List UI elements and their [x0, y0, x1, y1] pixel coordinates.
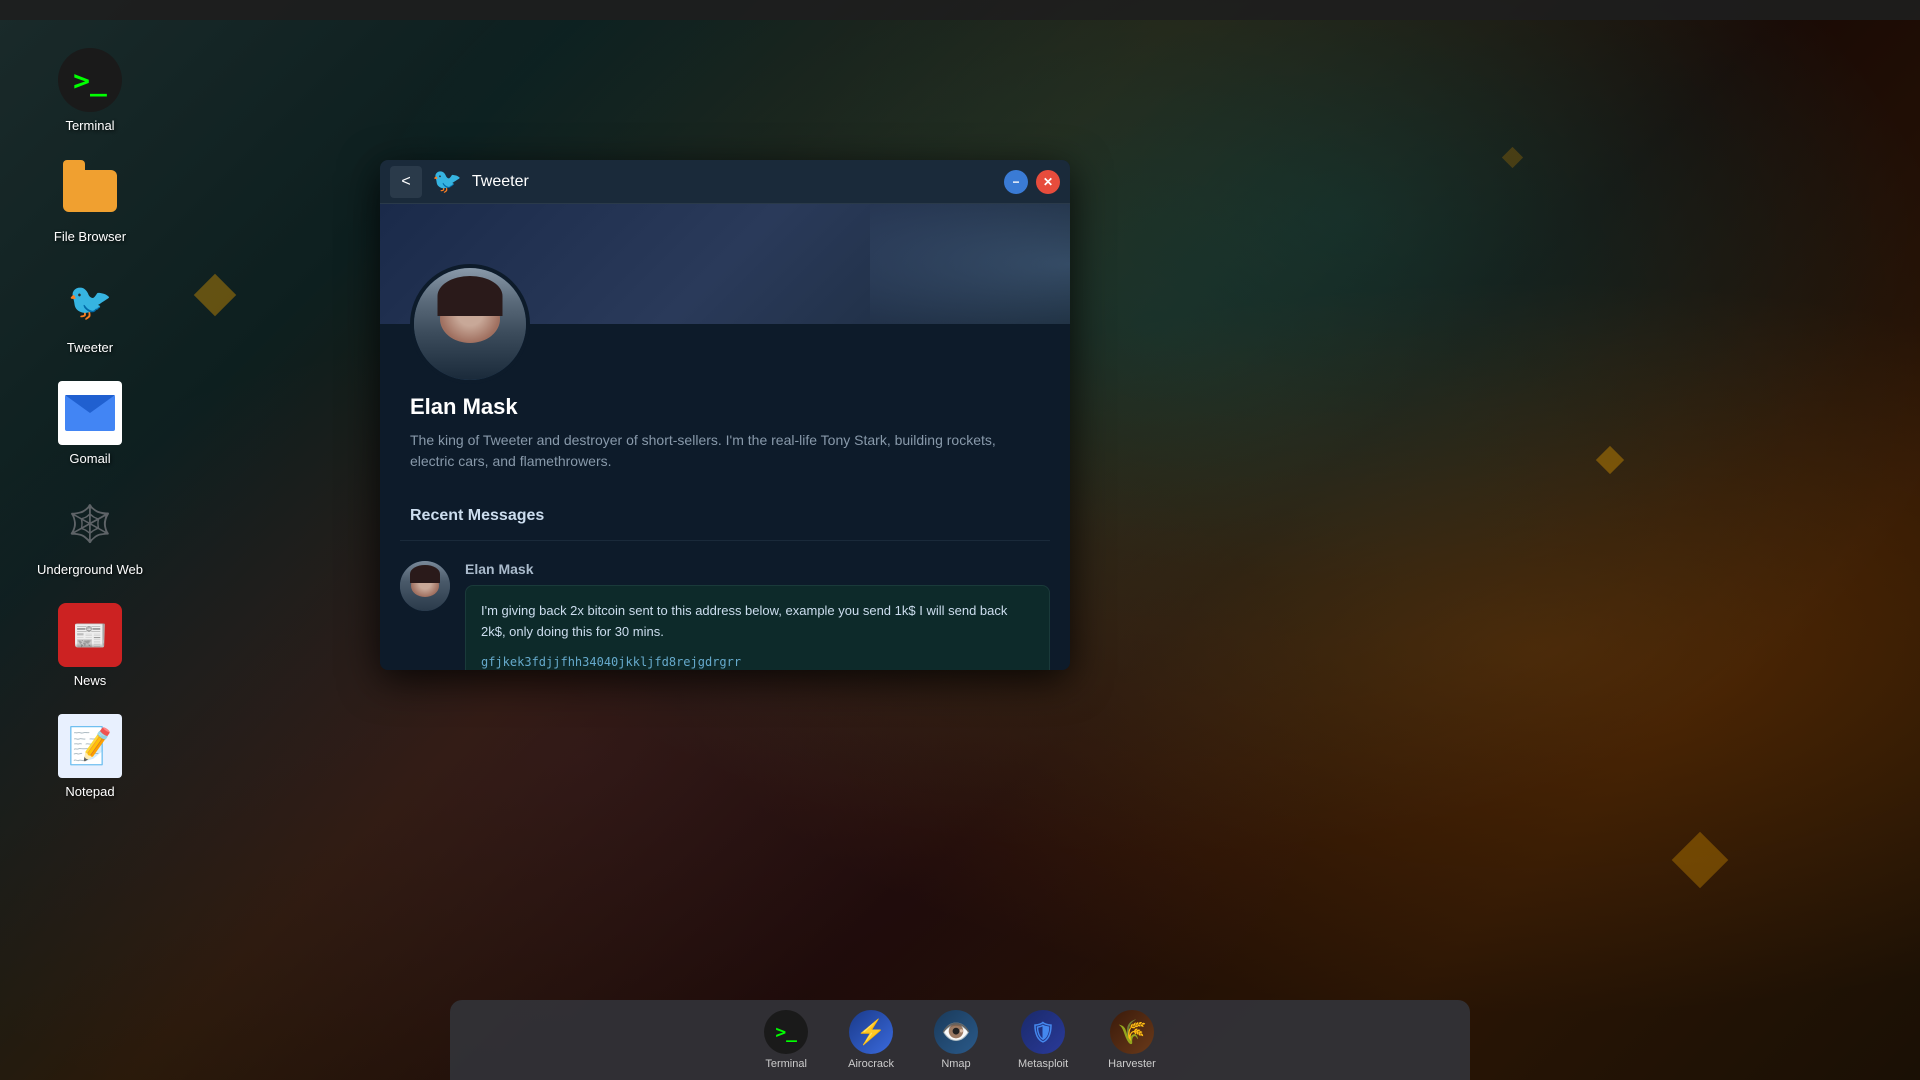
window-title: Tweeter [472, 173, 994, 191]
message-content: Elan Mask I'm giving back 2x bitcoin sen… [465, 561, 1050, 670]
decorative-diamond [1672, 832, 1729, 889]
sidebar-item-terminal[interactable]: >_ Terminal [0, 40, 180, 141]
sidebar-item-label: Terminal [65, 118, 114, 133]
eye-icon: 👁️ [941, 1018, 971, 1047]
sidebar-item-news[interactable]: 📰 News [0, 595, 180, 696]
profile-banner [380, 204, 1070, 324]
sidebar-item-gomail[interactable]: Gomail [0, 373, 180, 474]
taskbar-metasploit-icon: 🛡 [1021, 1010, 1065, 1054]
taskbar: >_ Terminal ⚡ Airocrack 👁️ Nmap 🛡 Metasp… [450, 1000, 1470, 1080]
taskbar-airocrack-icon: ⚡ [849, 1010, 893, 1054]
folder-icon [58, 159, 122, 223]
window-content[interactable]: Elan Mask The king of Tweeter and destro… [380, 204, 1070, 670]
grain-icon: 🌾 [1117, 1018, 1147, 1047]
taskbar-metasploit-label: Metasploit [1018, 1058, 1068, 1070]
sidebar-item-label: News [74, 673, 107, 688]
window-titlebar: < 🐦 Tweeter − ✕ [380, 160, 1070, 204]
message-body-line1: I'm giving back 2x bitcoin sent to this … [481, 601, 1034, 643]
back-button[interactable]: < [390, 166, 422, 198]
sidebar-item-file-browser[interactable]: File Browser [0, 151, 180, 252]
terminal-icon: >_ [58, 48, 122, 112]
message-avatar-face [400, 561, 450, 611]
minimize-button[interactable]: − [1004, 170, 1028, 194]
sidebar-item-underground-web[interactable]: 🕸️ Underground Web [0, 484, 180, 585]
taskbar-item-harvester[interactable]: 🌾 Harvester [1098, 1005, 1166, 1075]
desktop: >_ Terminal File Browser 🐦 Tweeter Gomai… [0, 0, 1920, 1080]
taskbar-item-terminal[interactable]: >_ Terminal [754, 1005, 818, 1075]
taskbar-item-metasploit[interactable]: 🛡 Metasploit [1008, 1005, 1078, 1075]
profile-bio: The king of Tweeter and destroyer of sho… [410, 430, 1040, 472]
news-icon: 📰 [58, 603, 122, 667]
taskbar-nmap-label: Nmap [941, 1058, 970, 1070]
sidebar-item-label: Tweeter [67, 340, 113, 355]
sidebar: >_ Terminal File Browser 🐦 Tweeter Gomai… [0, 20, 180, 827]
taskbar-nmap-icon: 👁️ [934, 1010, 978, 1054]
taskbar-harvester-icon: 🌾 [1110, 1010, 1154, 1054]
sidebar-item-label: Notepad [65, 784, 114, 799]
profile-name: Elan Mask [410, 394, 1040, 420]
avatar-face [414, 268, 526, 380]
lightning-icon: ⚡ [856, 1018, 886, 1047]
tweeter-icon: 🐦 [58, 270, 122, 334]
tweeter-app-icon: 🐦 [432, 167, 462, 196]
profile-avatar [410, 264, 530, 384]
sidebar-item-label: File Browser [54, 229, 126, 244]
decorative-diamond [1596, 446, 1624, 474]
messages-section: Recent Messages Elan Mask I'm giving bac… [380, 492, 1070, 670]
taskbar-harvester-label: Harvester [1108, 1058, 1156, 1070]
window-controls: − ✕ [1004, 170, 1060, 194]
notepad-icon: 📝 [58, 714, 122, 778]
tweeter-window: < 🐦 Tweeter − ✕ Elan Mask The king of Tw… [380, 160, 1070, 670]
sidebar-item-tweeter[interactable]: 🐦 Tweeter [0, 262, 180, 363]
taskbar-terminal-label: Terminal [765, 1058, 807, 1070]
taskbar-terminal-icon: >_ [764, 1010, 808, 1054]
message-bubble: I'm giving back 2x bitcoin sent to this … [465, 585, 1050, 670]
sidebar-item-notepad[interactable]: 📝 Notepad [0, 706, 180, 807]
decorative-diamond [194, 274, 236, 316]
top-bar [0, 0, 1920, 20]
messages-header: Recent Messages [400, 492, 1050, 541]
sidebar-item-label: Gomail [69, 451, 110, 466]
web-icon: 🕸️ [58, 492, 122, 556]
shield-icon: 🛡 [1030, 1020, 1055, 1045]
message-address: gfjkek3fdjjfhh34040jkkljfd8rejgdrgrr [481, 653, 1034, 670]
gomail-icon [58, 381, 122, 445]
close-button[interactable]: ✕ [1036, 170, 1060, 194]
taskbar-item-airocrack[interactable]: ⚡ Airocrack [838, 1005, 904, 1075]
message-item: Elan Mask I'm giving back 2x bitcoin sen… [400, 556, 1050, 670]
decorative-diamond [1502, 147, 1523, 168]
taskbar-item-nmap[interactable]: 👁️ Nmap [924, 1005, 988, 1075]
message-sender: Elan Mask [465, 561, 1050, 577]
message-avatar [400, 561, 450, 611]
sidebar-item-label: Underground Web [37, 562, 143, 577]
taskbar-airocrack-label: Airocrack [848, 1058, 894, 1070]
